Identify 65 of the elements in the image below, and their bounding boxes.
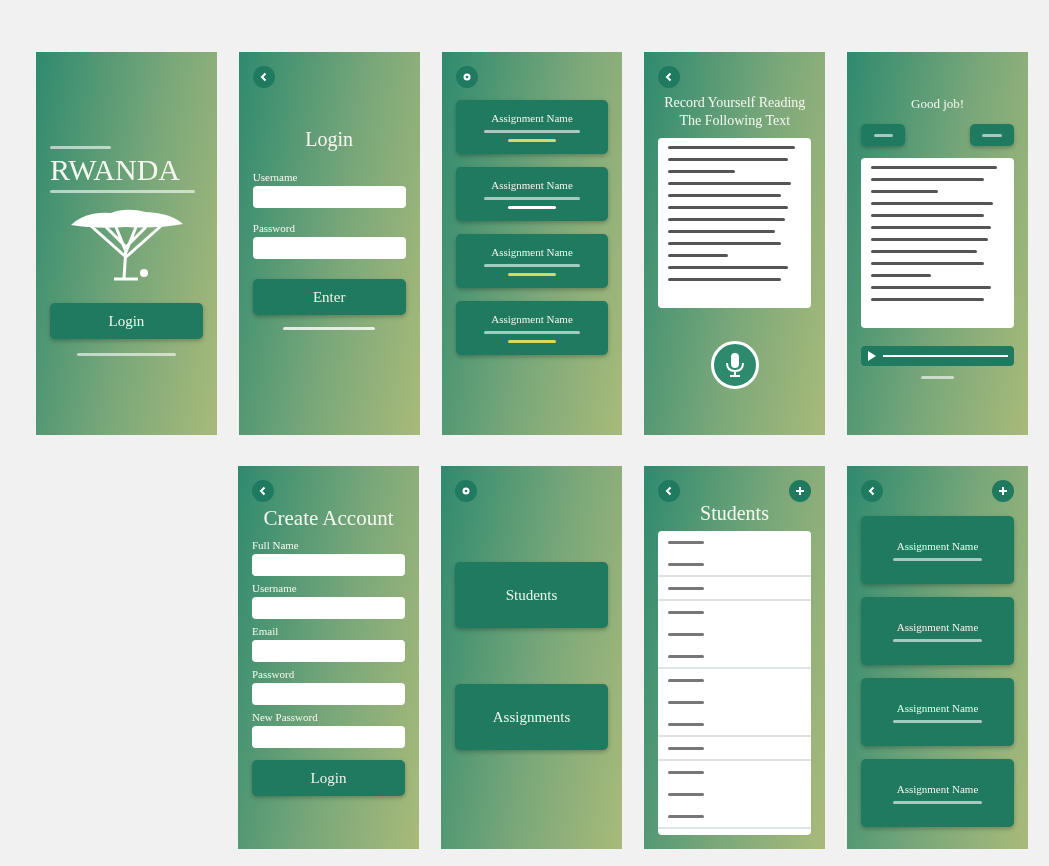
input-field[interactable] xyxy=(252,640,405,662)
back-button[interactable] xyxy=(252,480,274,502)
back-button[interactable] xyxy=(861,480,883,502)
settings-button[interactable] xyxy=(455,480,477,502)
assignment-card[interactable]: Assignment Name xyxy=(861,759,1014,827)
field-label: Password xyxy=(252,222,296,234)
assignment-title: Assignment Name xyxy=(896,539,979,552)
back-button[interactable] xyxy=(658,66,681,88)
field-label: New Password xyxy=(252,711,319,723)
assignment-card[interactable]: Assignment Name xyxy=(455,100,609,154)
add-button[interactable] xyxy=(992,480,1014,502)
assignment-card[interactable]: Assignment Name xyxy=(861,678,1014,746)
microphone-icon xyxy=(724,351,745,378)
back-button[interactable] xyxy=(658,480,680,502)
input-field[interactable] xyxy=(252,186,406,208)
submit-button[interactable]: Enter xyxy=(252,279,406,315)
assignment-title: Assignment Name xyxy=(896,782,979,795)
settings-button[interactable] xyxy=(455,66,478,88)
input-field[interactable] xyxy=(252,597,405,619)
plus-icon xyxy=(998,486,1008,496)
input-field[interactable] xyxy=(252,554,405,576)
screen-title: Students xyxy=(699,502,770,525)
input-field[interactable] xyxy=(252,683,405,705)
audio-player[interactable] xyxy=(861,346,1014,366)
assignment-title: Assignment Name xyxy=(491,313,573,325)
field-label: Username xyxy=(252,582,298,594)
screen-title: Login xyxy=(304,128,355,151)
chevron-left-icon xyxy=(664,486,674,496)
assignment-card[interactable]: Assignment Name xyxy=(861,597,1014,665)
input-field[interactable] xyxy=(252,237,406,259)
screen-title: Create Account xyxy=(262,506,395,531)
menu-button[interactable]: Assignments xyxy=(455,684,608,750)
blurred-text-drawing xyxy=(920,376,955,379)
settings-icon xyxy=(461,486,471,496)
assignment-title: Assignment Name xyxy=(896,701,979,714)
settings-icon xyxy=(461,72,472,82)
input-field[interactable] xyxy=(252,726,405,748)
field-label: Password xyxy=(252,668,296,680)
right-button[interactable] xyxy=(970,124,1014,146)
chevron-left-icon xyxy=(258,72,269,82)
play-icon[interactable] xyxy=(867,350,878,362)
submit-button[interactable]: Login xyxy=(252,760,405,796)
screen-title: Good job! xyxy=(910,96,966,112)
left-button[interactable] xyxy=(861,124,906,146)
assignment-title: Assignment Name xyxy=(491,112,573,124)
blurred-text-drawing xyxy=(50,146,112,149)
assignment-card[interactable]: Assignment Name xyxy=(455,167,609,221)
assignment-card[interactable]: Assignment Name xyxy=(455,234,609,288)
field-label: Full Name xyxy=(252,539,300,551)
field-label: Username xyxy=(252,171,299,183)
field-label: Email xyxy=(252,625,280,637)
back-button[interactable] xyxy=(252,66,275,88)
chevron-left-icon xyxy=(867,486,877,496)
add-button[interactable] xyxy=(789,480,811,502)
logo-title: RWANDA xyxy=(50,153,181,187)
assignment-title: Assignment Name xyxy=(491,246,573,258)
screen-title: Record Yourself Reading The Following Text xyxy=(663,94,807,131)
chevron-left-icon xyxy=(258,486,268,496)
plus-icon xyxy=(795,486,805,496)
menu-button[interactable]: Students xyxy=(455,562,608,628)
login-button[interactable]: Login xyxy=(50,303,203,339)
assignment-card[interactable]: Assignment Name xyxy=(455,301,609,355)
assignment-card[interactable]: Assignment Name xyxy=(861,516,1014,584)
assignment-title: Assignment Name xyxy=(896,620,979,633)
assignment-title: Assignment Name xyxy=(491,179,573,191)
